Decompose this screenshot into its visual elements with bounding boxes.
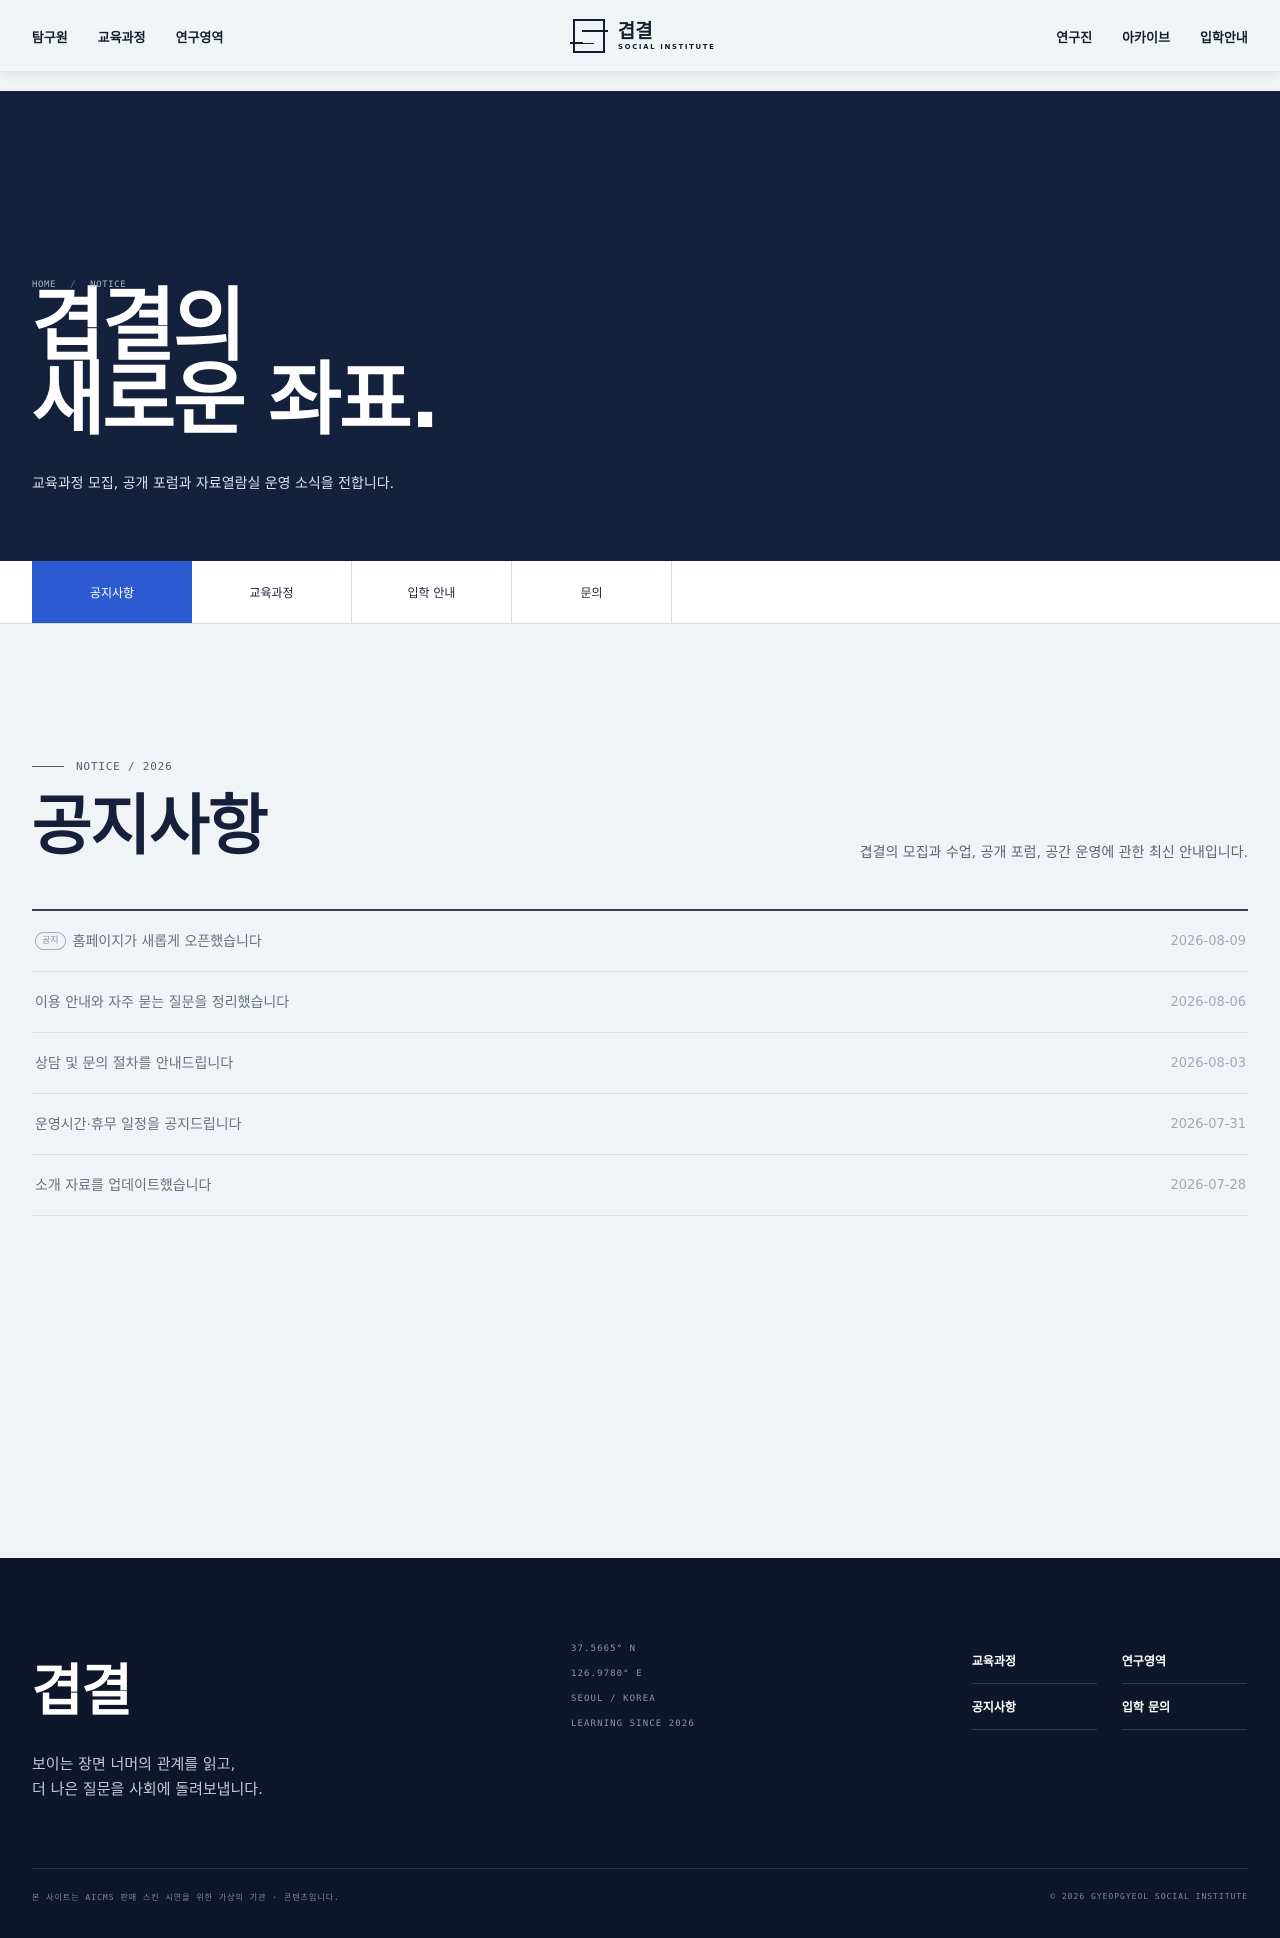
eyebrow-rule xyxy=(32,766,64,767)
notice-title[interactable]: 상담 및 문의 절차를 안내드립니다 xyxy=(35,1053,233,1073)
notice-row[interactable]: 이용 안내와 자주 묻는 질문을 정리했습니다 2026-08-06 xyxy=(32,972,1248,1033)
nav-link-researchers[interactable]: 연구진 xyxy=(1056,27,1092,46)
site-header: 탐구원 교육과정 연구영역 겹결 SOCIAL INSTITUTE 연구진 아카… xyxy=(0,0,1280,72)
notice-date: 2026-08-06 xyxy=(1170,994,1246,1010)
nav-link-institute[interactable]: 탐구원 xyxy=(32,27,68,46)
footer-description: 보이는 장면 너머의 관계를 읽고, 더 나은 질문을 사회에 돌려보냅니다. xyxy=(32,1752,263,1802)
logo-name: 겹결 xyxy=(618,20,653,42)
footer-link-inquiry[interactable]: 입학 문의 xyxy=(1122,1684,1247,1730)
notice-title[interactable]: 소개 자료를 업데이트했습니다 xyxy=(35,1175,211,1195)
footer-link-research-areas[interactable]: 연구영역 xyxy=(1122,1638,1247,1684)
notice-list: 공지 홈페이지가 새롭게 오픈했습니다 2026-08-09 이용 안내와 자주… xyxy=(32,909,1248,1216)
longitude-text: 126.9780° E xyxy=(571,1669,643,1679)
nav-link-research-areas[interactable]: 연구영역 xyxy=(176,27,224,46)
hero-banner: HOME / NOTICE 겹결의 새로운 좌표. 교육과정 모집, 공개 포럼과 … xyxy=(0,91,1280,561)
breadcrumb-current: NOTICE xyxy=(90,280,127,290)
primary-nav-right: 연구진 아카이브 입학안내 xyxy=(1056,0,1248,72)
notice-section: NOTICE / 2026 공지사항 겹결의 모집과 수업, 공개 포럼, 공간… xyxy=(0,624,1280,1558)
nav-link-admissions[interactable]: 입학안내 xyxy=(1200,27,1248,46)
footer-nav: 교육과정 연구영역 공지사항 입학 문의 xyxy=(972,1638,1247,1730)
site-footer: 겹결 보이는 장면 너머의 관계를 읽고, 더 나은 질문을 사회에 돌려보냅니… xyxy=(0,1558,1280,1938)
tab-curriculum[interactable]: 교육과정 xyxy=(192,561,352,623)
nav-link-archive[interactable]: 아카이브 xyxy=(1122,27,1170,46)
notice-row[interactable]: 운영시간·휴무 일정을 공지드립니다 2026-07-31 xyxy=(32,1094,1248,1155)
site-logo[interactable]: 겹결 SOCIAL INSTITUTE xyxy=(570,18,716,54)
notice-row[interactable]: 공지 홈페이지가 새롭게 오픈했습니다 2026-08-09 xyxy=(32,911,1248,972)
location-text: SEOUL / KOREA xyxy=(571,1694,656,1704)
breadcrumb-separator: / xyxy=(70,280,77,290)
breadcrumb: HOME / NOTICE xyxy=(32,280,126,290)
section-title: 공지사항 xyxy=(32,787,269,864)
footer-link-notice[interactable]: 공지사항 xyxy=(972,1684,1097,1730)
primary-nav-left: 탐구원 교육과정 연구영역 xyxy=(32,0,224,72)
logo-mark-icon xyxy=(570,18,608,54)
notice-date: 2026-08-03 xyxy=(1170,1055,1246,1071)
notice-title[interactable]: 운영시간·휴무 일정을 공지드립니다 xyxy=(35,1114,242,1134)
tab-inquiry[interactable]: 문의 xyxy=(512,561,672,623)
section-tab-bar: 공지사항 교육과정 입학 안내 문의 xyxy=(0,561,1280,624)
notice-row[interactable]: 소개 자료를 업데이트했습니다 2026-07-28 xyxy=(32,1155,1248,1216)
tab-notice[interactable]: 공지사항 xyxy=(32,561,192,623)
section-eyebrow: NOTICE / 2026 xyxy=(32,760,173,773)
notice-row[interactable]: 상담 및 문의 절차를 안내드립니다 2026-08-03 xyxy=(32,1033,1248,1094)
footer-link-curriculum[interactable]: 교육과정 xyxy=(972,1638,1097,1684)
notice-title[interactable]: 홈페이지가 새롭게 오픈했습니다 xyxy=(73,931,262,951)
since-text: LEARNING SINCE 2026 xyxy=(571,1719,695,1729)
footer-description-line-1: 보이는 장면 너머의 관계를 읽고, xyxy=(32,1755,236,1773)
footer-copyright: © 2026 GYEOPGYEOL SOCIAL INSTITUTE xyxy=(1050,1892,1248,1901)
footer-divider xyxy=(32,1868,1248,1869)
notice-date: 2026-08-09 xyxy=(1170,933,1246,949)
notice-date: 2026-07-28 xyxy=(1170,1177,1246,1193)
footer-logo[interactable]: 겹결 xyxy=(32,1646,133,1727)
hero-title-line-2: 새로운 좌표. xyxy=(32,353,440,446)
section-description: 겹결의 모집과 수업, 공개 포럼, 공간 운영에 관한 최신 안내입니다. xyxy=(859,845,1248,861)
footer-disclaimer: 본 사이트는 AICMS 판매 스킨 시연을 위한 가상의 기관 · 콘텐츠입니… xyxy=(32,1893,340,1902)
hero-title-line-1: 겹결의 xyxy=(32,279,247,372)
breadcrumb-home[interactable]: HOME xyxy=(32,280,56,290)
footer-coordinates: 37.5665° N 126.9780° E SEOUL / KOREA LEA… xyxy=(571,1644,695,1744)
notice-badge: 공지 xyxy=(35,932,66,950)
hero-subtitle: 교육과정 모집, 공개 포럼과 자료열람실 운영 소식을 전합니다. xyxy=(32,476,395,492)
latitude-text: 37.5665° N xyxy=(571,1644,637,1654)
eyebrow-label: NOTICE / 2026 xyxy=(76,760,173,773)
tab-admissions[interactable]: 입학 안내 xyxy=(352,561,512,623)
footer-description-line-2: 더 나은 질문을 사회에 돌려보냅니다. xyxy=(32,1780,263,1798)
logo-subtitle: SOCIAL INSTITUTE xyxy=(618,43,716,51)
hero-title: 겹결의 새로운 좌표. xyxy=(32,279,440,446)
notice-date: 2026-07-31 xyxy=(1170,1116,1246,1132)
notice-title[interactable]: 이용 안내와 자주 묻는 질문을 정리했습니다 xyxy=(35,992,289,1012)
nav-link-curriculum[interactable]: 교육과정 xyxy=(98,27,146,46)
